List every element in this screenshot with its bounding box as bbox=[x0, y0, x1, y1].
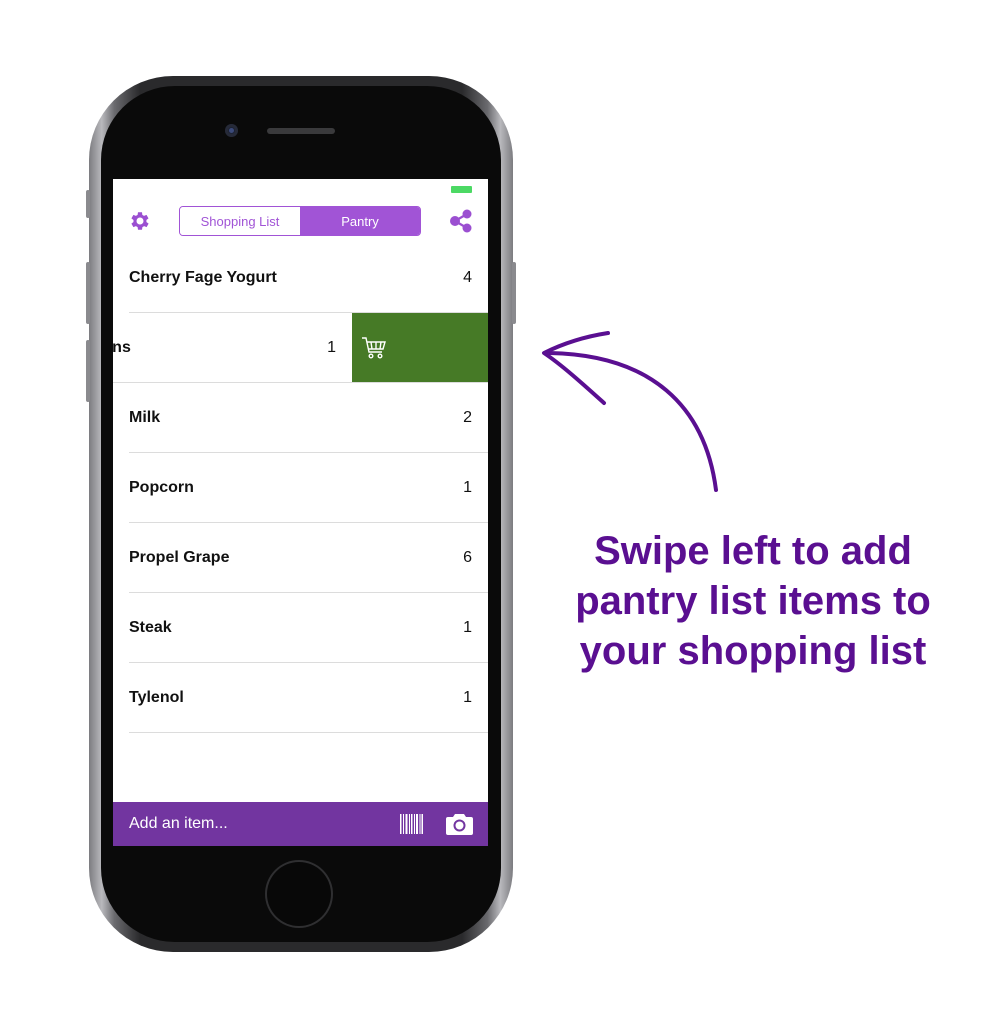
caption-line-1: Swipe left to add bbox=[594, 529, 912, 573]
instruction-caption: Swipe left to add pantry list items to y… bbox=[548, 526, 958, 676]
volume-down-button bbox=[86, 340, 90, 402]
list-item[interactable]: Tylenol 1 bbox=[113, 663, 488, 733]
row-divider bbox=[129, 732, 488, 733]
add-to-shopping-list-button[interactable] bbox=[352, 313, 488, 383]
nav-bar: Shopping List Pantry bbox=[113, 199, 488, 243]
camera-icon[interactable] bbox=[446, 813, 473, 835]
item-quantity: 2 bbox=[463, 409, 472, 426]
add-item-bar bbox=[113, 802, 488, 846]
list-item-swiped[interactable]: e Espresso Beans 1 bbox=[113, 313, 488, 383]
add-item-input[interactable] bbox=[129, 810, 379, 838]
item-quantity: 1 bbox=[463, 619, 472, 636]
item-name: Milk bbox=[129, 409, 161, 426]
item-name: Cherry Fage Yogurt bbox=[129, 269, 277, 286]
battery-icon bbox=[451, 186, 472, 193]
app-screen: Shopping List Pantry Cherry Fage Yogurt … bbox=[113, 179, 488, 846]
status-bar bbox=[113, 179, 488, 199]
item-name: Popcorn bbox=[129, 479, 194, 496]
curved-arrow-icon bbox=[542, 331, 718, 492]
mute-switch bbox=[86, 190, 90, 218]
item-name: e Espresso Beans bbox=[113, 339, 131, 356]
tab-pantry[interactable]: Pantry bbox=[300, 207, 420, 235]
caption-line-3: your shopping list bbox=[579, 629, 927, 673]
list-item[interactable]: Cherry Fage Yogurt 4 bbox=[113, 243, 488, 313]
tab-shopping-list[interactable]: Shopping List bbox=[180, 207, 300, 235]
list-item[interactable]: Milk 2 bbox=[113, 383, 488, 453]
item-quantity: 4 bbox=[463, 269, 472, 286]
item-name: Steak bbox=[129, 619, 172, 636]
gear-icon[interactable] bbox=[128, 209, 152, 233]
barcode-icon[interactable] bbox=[400, 814, 423, 834]
earpiece-speaker bbox=[267, 128, 335, 134]
list-item[interactable]: Propel Grape 6 bbox=[113, 523, 488, 593]
list-item[interactable]: Steak 1 bbox=[113, 593, 488, 663]
power-button bbox=[512, 262, 516, 324]
item-quantity: 1 bbox=[463, 479, 472, 496]
volume-up-button bbox=[86, 262, 90, 324]
item-name: Propel Grape bbox=[129, 549, 230, 566]
cart-icon bbox=[362, 337, 386, 359]
swiped-row-content[interactable]: e Espresso Beans 1 bbox=[113, 313, 352, 383]
home-button[interactable] bbox=[267, 862, 331, 926]
caption-line-2: pantry list items to bbox=[575, 579, 931, 623]
front-camera bbox=[225, 124, 238, 137]
list-item[interactable]: Popcorn 1 bbox=[113, 453, 488, 523]
item-quantity: 1 bbox=[463, 689, 472, 706]
list-segmented-control: Shopping List Pantry bbox=[179, 206, 421, 236]
item-quantity: 1 bbox=[327, 339, 336, 356]
item-name: Tylenol bbox=[129, 689, 184, 706]
share-icon[interactable] bbox=[448, 208, 474, 234]
item-quantity: 6 bbox=[463, 549, 472, 566]
